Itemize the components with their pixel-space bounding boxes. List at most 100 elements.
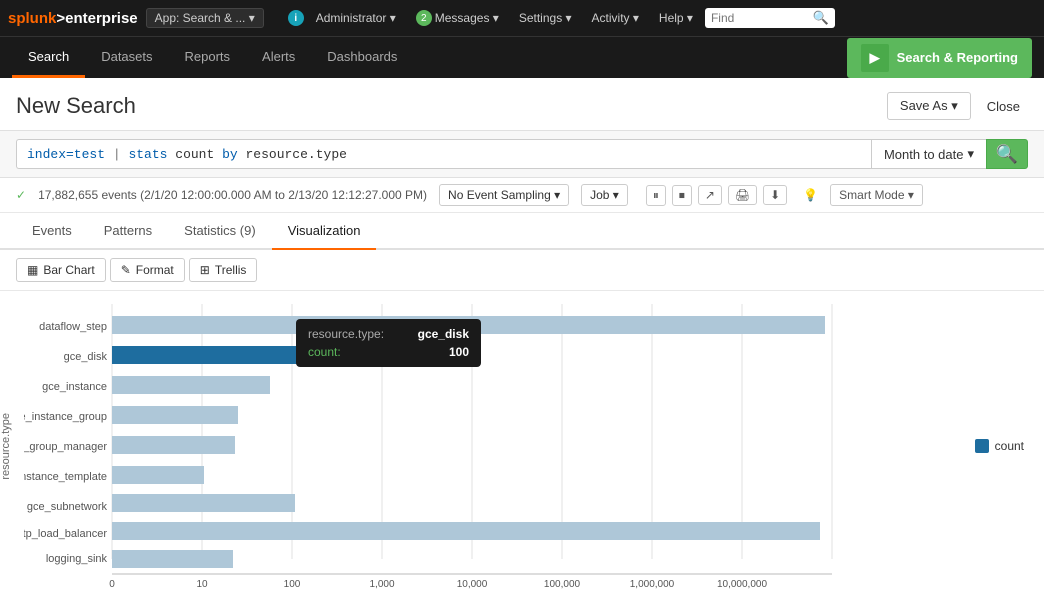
search-query: index=test | stats count by resource.typ… (27, 147, 347, 162)
bar-gce-subnetwork[interactable] (112, 494, 295, 512)
admin-menu[interactable]: Administrator ▾ (308, 7, 404, 29)
time-range-caret: ▾ (967, 146, 974, 162)
y-axis-label: resource.type (0, 413, 12, 480)
tab-patterns[interactable]: Patterns (88, 213, 168, 250)
query-field: resource.type (246, 147, 347, 162)
play-icon: ▶ (861, 44, 889, 72)
format-icon: ✎ (121, 263, 131, 277)
svg-text:gce_instance_group_manager: gce_instance_group_manager (24, 441, 107, 453)
info-icon: i (288, 10, 304, 26)
chart-toolbar: ▦ Bar Chart ✎ Format ⊞ Trellis (0, 250, 1044, 291)
tab-alerts[interactable]: Alerts (246, 37, 311, 78)
tab-events[interactable]: Events (16, 213, 88, 250)
bar-logging-sink[interactable] (112, 550, 233, 568)
format-label: Format (136, 263, 174, 277)
help-menu[interactable]: Help ▾ (651, 7, 701, 29)
chart-legend: count (975, 439, 1024, 453)
trellis-icon: ⊞ (200, 263, 210, 277)
svg-text:1,000: 1,000 (369, 579, 394, 589)
share-button[interactable]: ↗ (698, 185, 722, 205)
tab-search[interactable]: Search (12, 37, 85, 78)
status-icons: ⏸ ⏹ ↗ 🖨 ⬇ (646, 185, 787, 206)
page-title: New Search (16, 93, 136, 119)
bar-gce-instance-template[interactable] (112, 466, 204, 484)
bar-http-load-balancer[interactable] (112, 522, 820, 540)
svg-text:http_load_balancer: http_load_balancer (24, 528, 107, 540)
bar-gce-instance-group[interactable] (112, 406, 238, 424)
svg-text:10: 10 (196, 579, 208, 589)
find-box[interactable]: 🔍 (705, 8, 835, 28)
svg-text:gce_instance_group: gce_instance_group (24, 411, 107, 423)
enterprise-label: >enterprise (56, 10, 137, 27)
activity-menu[interactable]: Activity ▾ (584, 7, 647, 29)
tooltip-count-value: 100 (449, 345, 469, 359)
tab-visualization[interactable]: Visualization (272, 213, 377, 250)
tab-reports[interactable]: Reports (169, 37, 247, 78)
sampling-button[interactable]: No Event Sampling ▾ (439, 184, 569, 206)
job-button[interactable]: Job ▾ (581, 184, 628, 206)
search-reporting-button[interactable]: ▶ Search & Reporting (847, 38, 1032, 78)
tab-dashboards[interactable]: Dashboards (311, 37, 413, 78)
second-nav-tabs: Search Datasets Reports Alerts Dashboard… (12, 37, 413, 78)
svg-text:1,000,000: 1,000,000 (630, 579, 675, 589)
messages-menu[interactable]: 2 Messages ▾ (408, 6, 507, 30)
content-area: New Search Save As ▾ Close index=test | … (0, 78, 1044, 601)
status-bar: ✓ 17,882,655 events (2/1/20 12:00:00.000… (0, 178, 1044, 213)
bar-chart-svg: dataflow_step gce_disk gce_instance gce_… (24, 304, 944, 589)
bar-chart-button[interactable]: ▦ Bar Chart (16, 258, 106, 282)
find-input[interactable] (711, 11, 809, 25)
stop-button[interactable]: ⏹ (672, 185, 692, 206)
tooltip-key-label: resource.type: (308, 327, 384, 341)
trellis-button[interactable]: ⊞ Trellis (189, 258, 258, 282)
bar-chart-icon: ▦ (27, 263, 38, 277)
messages-badge: 2 (416, 10, 432, 26)
pause-button[interactable]: ⏸ (646, 185, 666, 206)
svg-text:10,000: 10,000 (457, 579, 488, 589)
query-by: by (222, 147, 238, 162)
top-nav: splunk>enterprise App: Search & ... ▾ i … (0, 0, 1044, 36)
search-input-wrap[interactable]: index=test | stats count by resource.typ… (16, 139, 871, 169)
close-button[interactable]: Close (979, 94, 1028, 119)
status-check-icon: ✓ (16, 188, 26, 202)
chart-area: resource.type dataflow_step gce_disk gce… (0, 291, 1044, 601)
search-bar-container: index=test | stats count by resource.typ… (0, 131, 1044, 178)
query-func: count (175, 147, 222, 162)
splunk-logo: splunk>enterprise (8, 10, 138, 27)
save-as-button[interactable]: Save As ▾ (887, 92, 971, 120)
export-button[interactable]: ⬇ (763, 185, 787, 205)
query-pipe: | (113, 147, 129, 162)
page-header: New Search Save As ▾ Close (0, 78, 1044, 131)
messages-label: Messages ▾ (435, 11, 499, 25)
settings-menu[interactable]: Settings ▾ (511, 7, 580, 29)
find-icon: 🔍 (813, 10, 829, 26)
bar-chart-label: Bar Chart (43, 263, 94, 277)
smart-mode-button[interactable]: Smart Mode ▾ (830, 184, 923, 206)
bar-gce-disk[interactable] (112, 346, 317, 364)
search-submit-button[interactable]: 🔍 (986, 139, 1028, 169)
svg-text:0: 0 (109, 579, 115, 589)
tooltip-key-value: gce_disk (418, 327, 469, 341)
bar-gce-instance[interactable] (112, 376, 270, 394)
tab-datasets[interactable]: Datasets (85, 37, 168, 78)
legend-color-swatch (975, 439, 989, 453)
print-button[interactable]: 🖨 (728, 185, 757, 205)
legend-label: count (995, 439, 1024, 453)
view-tabs: Events Patterns Statistics (9) Visualiza… (0, 213, 1044, 250)
query-index: index=test (27, 147, 105, 162)
svg-text:100,000: 100,000 (544, 579, 581, 589)
app-selector[interactable]: App: Search & ... ▾ (146, 8, 264, 28)
svg-text:gce_subnetwork: gce_subnetwork (27, 501, 108, 513)
time-range-button[interactable]: Month to date ▾ (871, 139, 986, 169)
svg-text:gce_instance_template: gce_instance_template (24, 471, 107, 483)
svg-text:dataflow_step: dataflow_step (39, 321, 107, 333)
tooltip-count-label: count: (308, 345, 341, 359)
svg-text:gce_instance: gce_instance (42, 381, 107, 393)
svg-text:10,000,000: 10,000,000 (717, 579, 767, 589)
format-button[interactable]: ✎ Format (110, 258, 185, 282)
svg-text:logging_sink: logging_sink (46, 553, 108, 565)
header-actions: Save As ▾ Close (887, 92, 1028, 120)
bar-gce-instance-group-manager[interactable] (112, 436, 235, 454)
svg-text:gce_disk: gce_disk (64, 351, 108, 363)
query-cmd: stats (128, 147, 167, 162)
tab-statistics[interactable]: Statistics (9) (168, 213, 272, 250)
